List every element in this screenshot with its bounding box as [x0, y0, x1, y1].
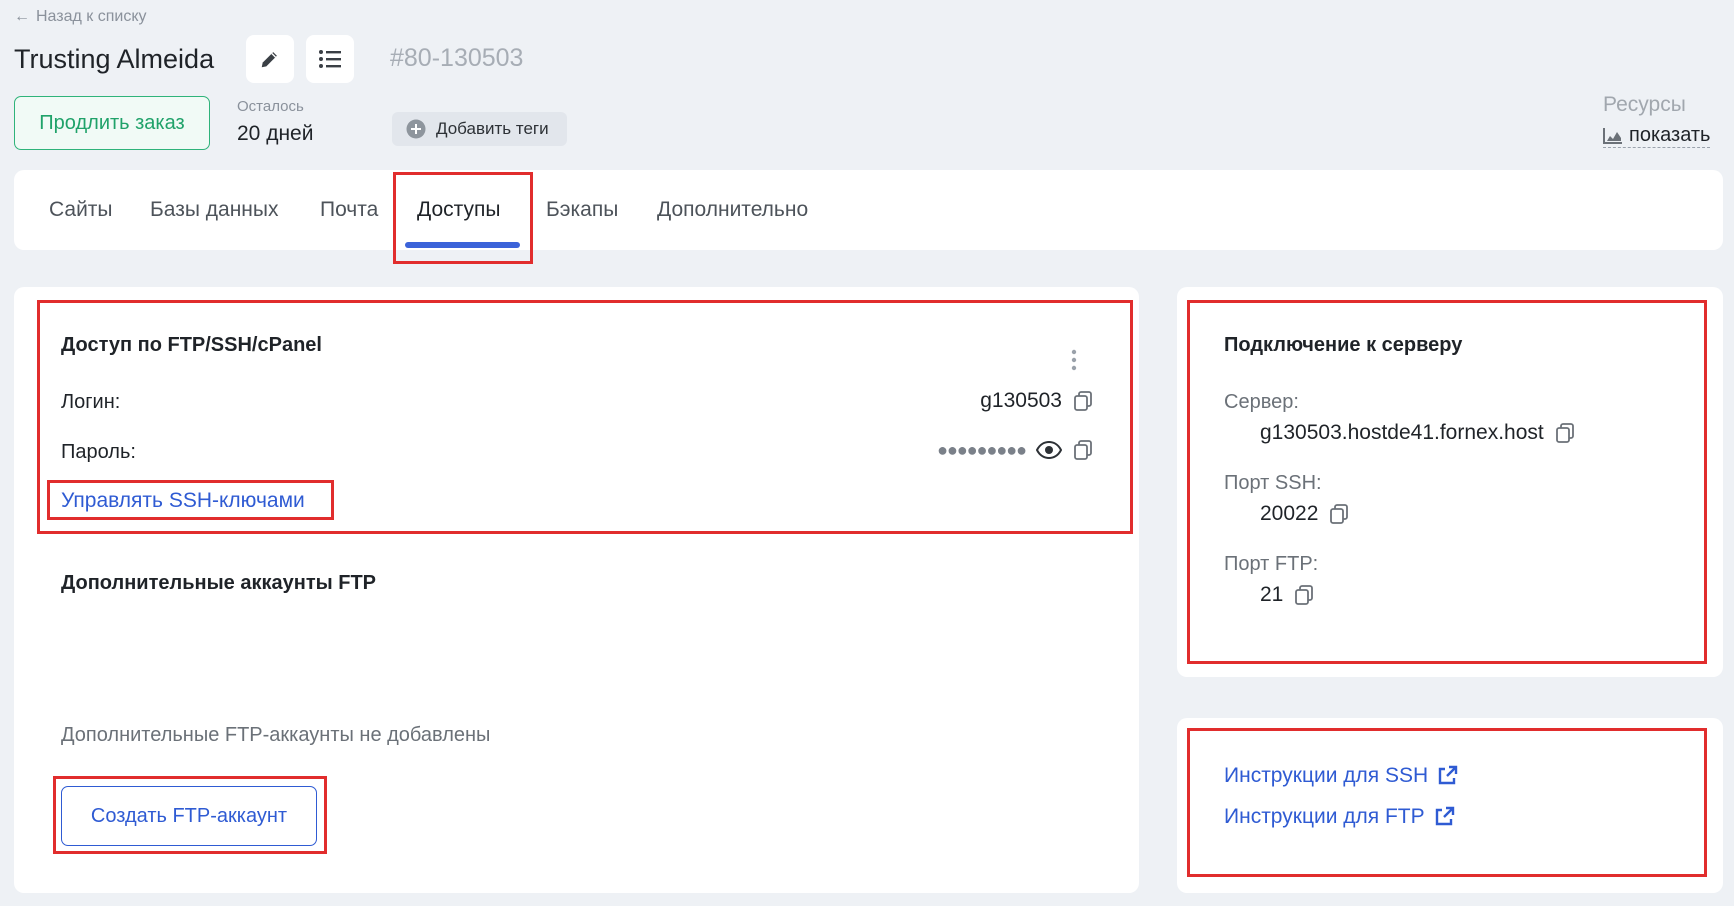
page-title: Trusting Almeida — [14, 44, 215, 74]
extra-ftp-title: Дополнительные аккаунты FTP — [61, 572, 377, 594]
list-button[interactable] — [306, 35, 354, 83]
copy-server-icon[interactable] — [1554, 422, 1576, 444]
resources-label: Ресурсы — [1603, 93, 1686, 116]
ssh-port-label: Порт SSH: — [1224, 472, 1322, 494]
ftp-instructions-link[interactable]: Инструкции для FTP — [1224, 805, 1455, 829]
back-to-list-link[interactable]: ← Назад к списку — [14, 8, 147, 26]
tab-access[interactable]: Доступы — [417, 198, 500, 222]
copy-ftp-port-icon[interactable] — [1293, 584, 1315, 606]
extra-ftp-empty-text: Дополнительные FTP-аккаунты не добавлены — [61, 724, 491, 746]
login-label: Логин: — [61, 391, 121, 413]
chart-area-icon — [1603, 128, 1622, 144]
eye-icon[interactable] — [1036, 439, 1062, 461]
add-tags-button[interactable]: Добавить теги — [392, 112, 567, 146]
server-row: g130503.hostde41.fornex.host — [1260, 421, 1576, 445]
order-id: #80-130503 — [390, 44, 524, 72]
kebab-menu-icon — [1071, 349, 1077, 371]
server-title: Подключение к серверу — [1224, 334, 1463, 356]
renew-order-button[interactable]: Продлить заказ — [14, 96, 210, 150]
server-value: g130503.hostde41.fornex.host — [1260, 421, 1544, 444]
ftp-port-row: 21 — [1260, 583, 1315, 607]
edit-title-button[interactable] — [246, 35, 294, 83]
remaining-value: 20 дней — [237, 122, 314, 145]
more-options-button[interactable] — [1070, 348, 1078, 377]
server-label: Сервер: — [1224, 391, 1299, 413]
pencil-icon — [261, 52, 277, 68]
ssh-instructions-link[interactable]: Инструкции для SSH — [1224, 764, 1458, 788]
arrow-left-icon: ← — [14, 8, 30, 25]
back-label: Назад к списку — [36, 8, 147, 25]
ssh-port-row: 20022 — [1260, 502, 1350, 526]
tab-backups[interactable]: Бэкапы — [546, 198, 618, 222]
login-value: g130503 — [980, 389, 1062, 412]
tab-bar: Сайты Базы данных Почта Доступы Бэкапы Д… — [14, 170, 1723, 250]
ftp-instructions-label: Инструкции для FTP — [1224, 805, 1425, 828]
login-row: g130503 — [980, 389, 1094, 413]
ssh-port-value: 20022 — [1260, 502, 1319, 525]
external-link-icon — [1438, 765, 1458, 785]
copy-password-icon[interactable] — [1072, 439, 1094, 461]
remaining-label: Осталось — [237, 98, 304, 115]
password-row: ●●●●●●●●● — [937, 439, 1094, 461]
resources-show-label: показать — [1629, 124, 1711, 146]
tab-additional[interactable]: Дополнительно — [657, 198, 808, 222]
create-ftp-account-button[interactable]: Создать FTP-аккаунт — [61, 786, 317, 846]
add-tags-label: Добавить теги — [436, 119, 549, 138]
tab-sites[interactable]: Сайты — [49, 198, 113, 222]
ftp-port-label: Порт FTP: — [1224, 553, 1319, 575]
plus-circle-icon — [406, 119, 426, 139]
copy-login-icon[interactable] — [1072, 390, 1094, 412]
password-mask: ●●●●●●●●● — [937, 439, 1027, 460]
list-icon — [319, 50, 341, 68]
ssh-instructions-label: Инструкции для SSH — [1224, 764, 1429, 787]
active-tab-indicator — [405, 242, 520, 248]
ftp-port-value: 21 — [1260, 583, 1284, 606]
resources-show-link[interactable]: показать — [1603, 124, 1711, 148]
access-title: Доступ по FTP/SSH/cPanel — [61, 334, 322, 356]
external-link-icon — [1435, 806, 1454, 826]
password-label: Пароль: — [61, 441, 136, 463]
manage-ssh-keys-link[interactable]: Управлять SSH-ключами — [61, 489, 305, 513]
copy-ssh-port-icon[interactable] — [1328, 503, 1350, 525]
tab-databases[interactable]: Базы данных — [150, 198, 279, 222]
tab-mail[interactable]: Почта — [320, 198, 378, 222]
